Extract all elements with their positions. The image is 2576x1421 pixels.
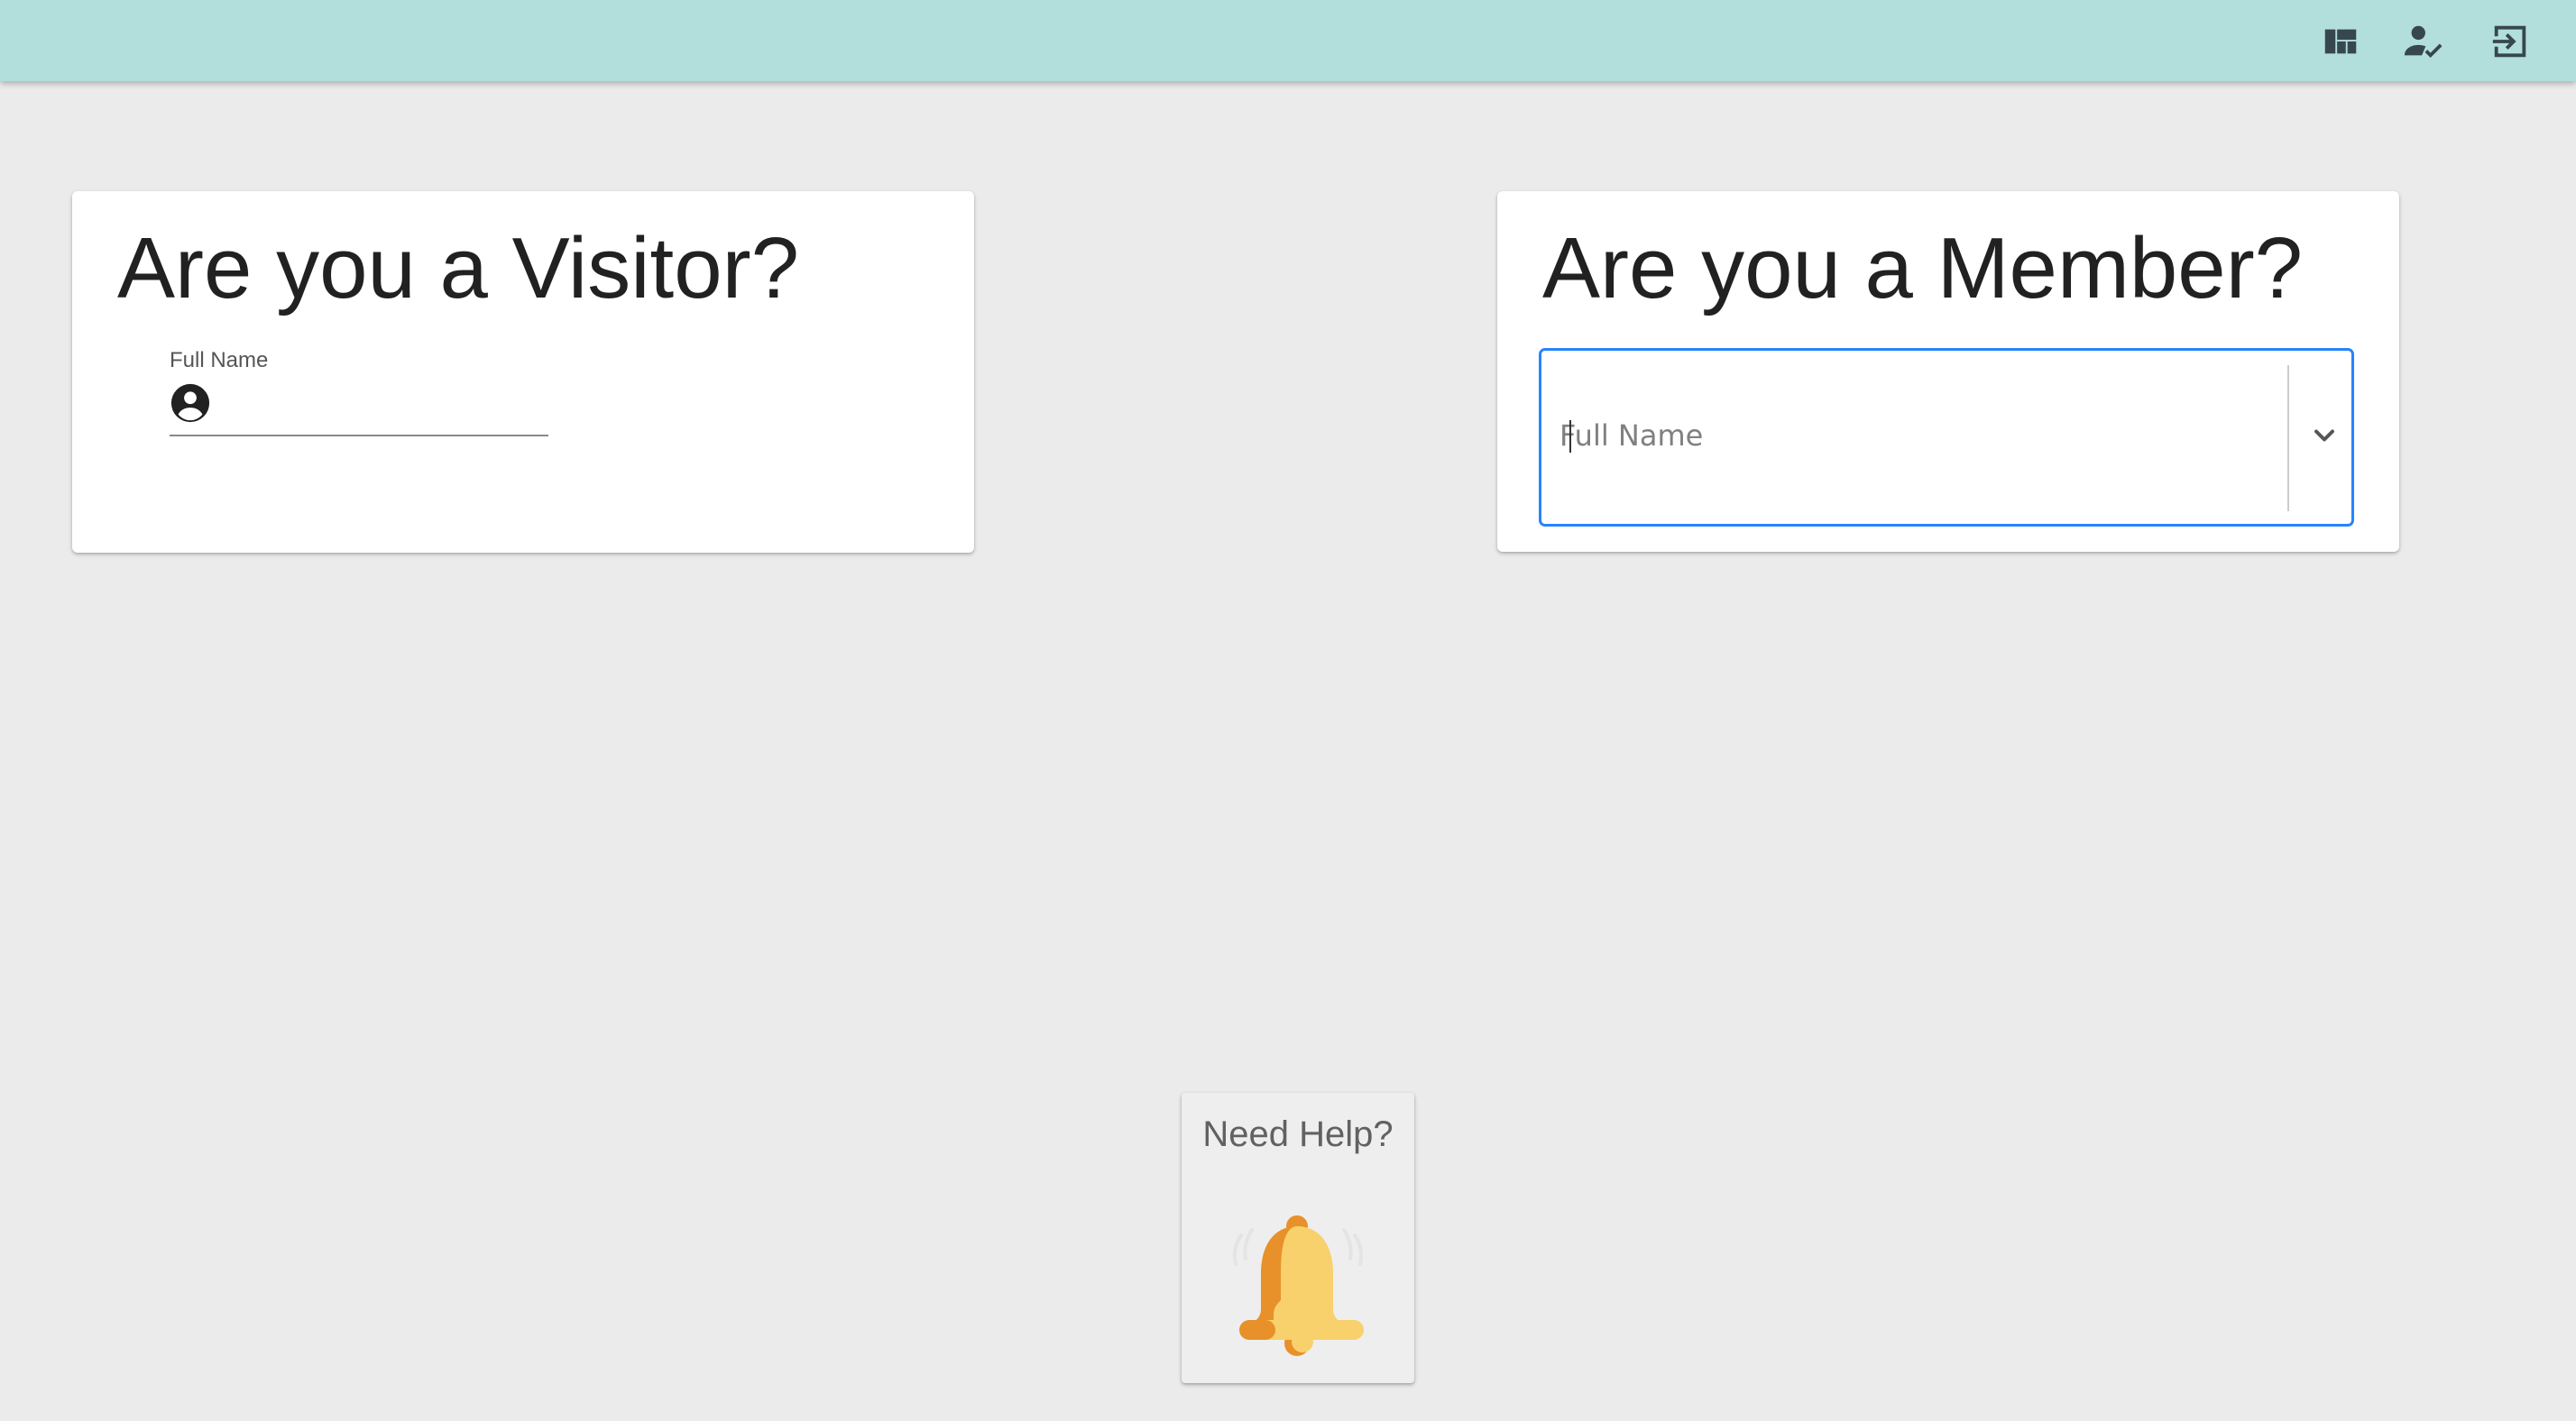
member-card: Are you a Member? (1497, 191, 2399, 552)
account-circle-icon (170, 383, 210, 423)
chevron-down-icon[interactable] (2308, 419, 2341, 452)
logout-icon[interactable] (2489, 21, 2531, 62)
text-caret (1569, 420, 1571, 453)
member-title: Are you a Member? (1542, 220, 2304, 316)
visitor-card: Are you a Visitor? Full Name (72, 191, 974, 553)
top-app-bar (0, 0, 2576, 81)
bell-icon (1232, 1215, 1364, 1356)
member-full-name-input[interactable] (1559, 414, 2263, 457)
need-help-label: Need Help? (1202, 1114, 1394, 1154)
member-name-select[interactable] (1539, 348, 2354, 527)
visitor-full-name-input[interactable] (225, 380, 464, 426)
visitor-title: Are you a Visitor? (117, 220, 799, 316)
person-check-icon[interactable] (2403, 21, 2444, 62)
need-help-button[interactable]: Need Help? (1182, 1093, 1414, 1383)
select-separator (2287, 365, 2289, 511)
visitor-input-underline (170, 435, 548, 436)
visitor-full-name-label: Full Name (170, 348, 269, 372)
dashboard-icon[interactable] (2320, 21, 2361, 62)
